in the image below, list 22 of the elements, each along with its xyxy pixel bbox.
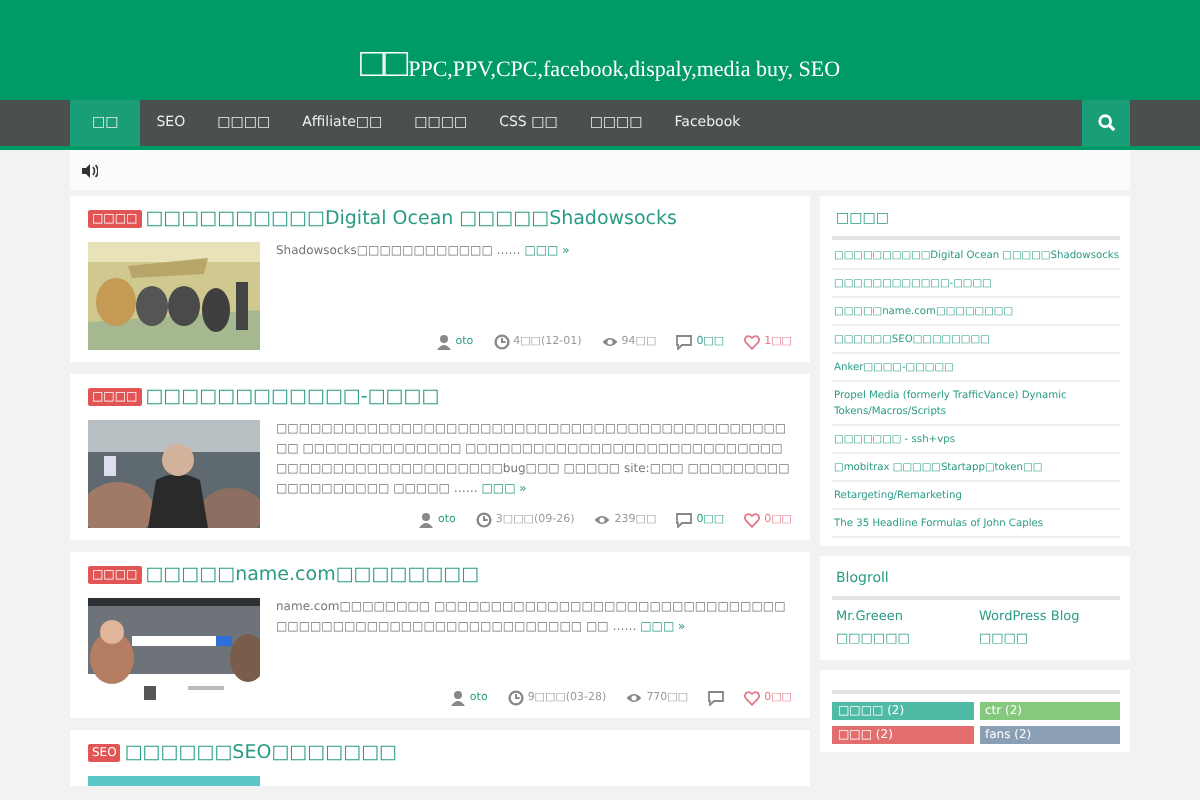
post-title-link[interactable]: □□□□□□□□□□□□-□□□□ — [145, 386, 440, 408]
speaker-icon — [82, 163, 98, 177]
heart-icon — [744, 334, 761, 350]
post-title-link[interactable]: □□□□□name.com□□□□□□□□ — [145, 564, 480, 586]
clock-icon — [493, 334, 510, 350]
user-icon — [435, 334, 452, 350]
clock-icon — [507, 690, 524, 706]
comment-icon — [676, 334, 693, 350]
eye-icon — [594, 512, 611, 528]
search-button[interactable] — [1082, 100, 1130, 146]
eye-icon — [601, 334, 618, 350]
user-icon — [418, 512, 435, 528]
heart-icon — [744, 512, 761, 528]
clock-icon — [475, 512, 492, 528]
eye-icon — [626, 690, 643, 706]
post-title-link[interactable]: □□□□□□SEO□□□□□□□ — [124, 742, 398, 764]
search-icon — [1097, 114, 1115, 132]
user-icon — [449, 690, 466, 706]
post-title-link[interactable]: □□□□□□□□□□Digital Ocean □□□□□Shadowsocks — [145, 208, 677, 230]
comment-icon — [676, 512, 693, 528]
comment-icon — [708, 690, 725, 706]
heart-icon — [744, 690, 761, 706]
